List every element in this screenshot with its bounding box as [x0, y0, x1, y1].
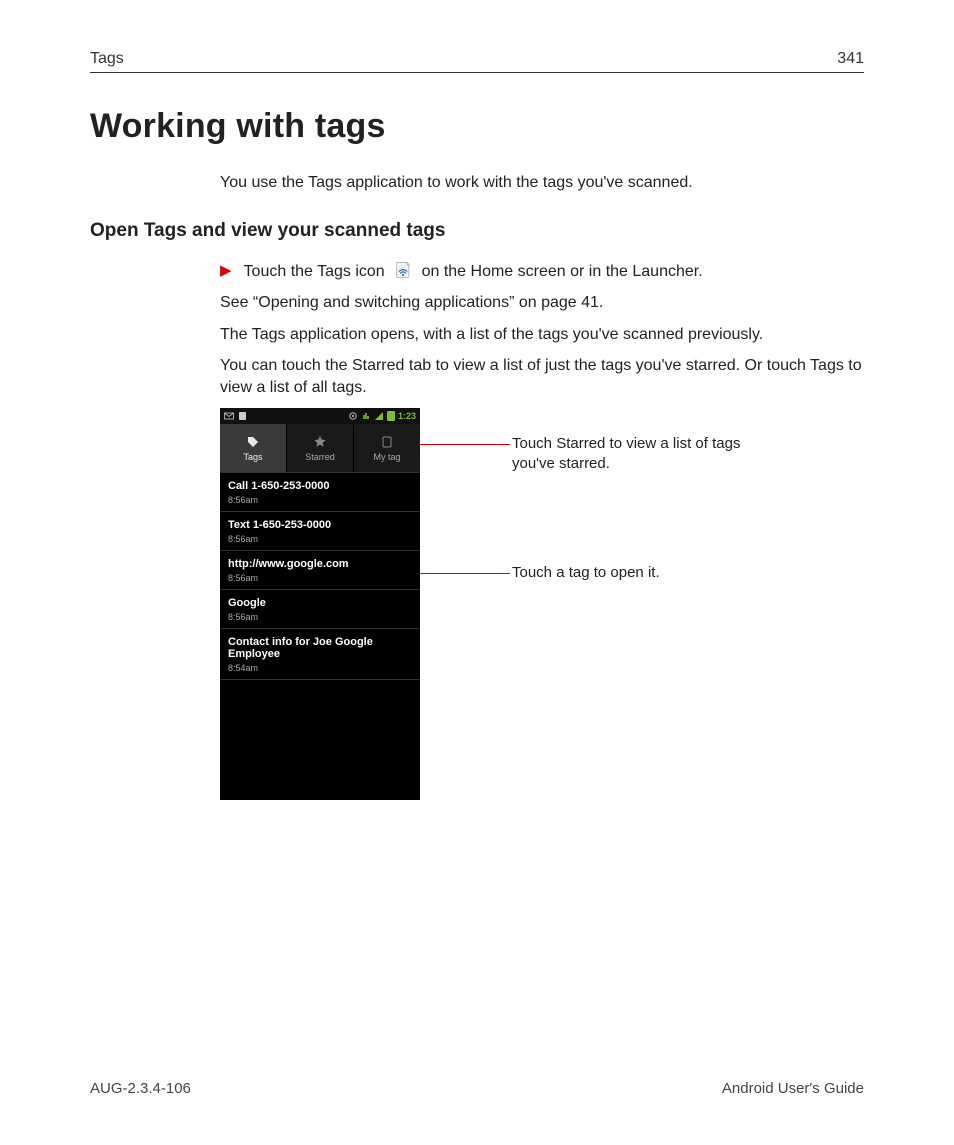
paragraph-app-opens: The Tags application opens, with a list …: [220, 324, 864, 346]
step-1-text: Touch the Tags icon on the Home screen o…: [244, 260, 703, 281]
callout-open-tag-text: Touch a tag to open it.: [512, 563, 660, 583]
list-item[interactable]: Call 1-650-253-0000 8:56am: [220, 472, 420, 511]
list-item-title: Contact info for Joe Google Employee: [228, 636, 412, 660]
list-item-title: Text 1-650-253-0000: [228, 519, 412, 531]
tab-mytag[interactable]: My tag: [353, 424, 420, 472]
tags-app-icon: [393, 260, 413, 280]
list-item-time: 8:56am: [228, 612, 412, 622]
tab-tags-label: Tags: [243, 452, 262, 462]
star-icon: [313, 435, 327, 449]
running-header: Tags 341: [90, 50, 864, 73]
list-item[interactable]: http://www.google.com 8:56am: [220, 550, 420, 589]
header-page-number: 341: [837, 50, 864, 68]
paragraph-starred-tab: You can touch the Starred tab to view a …: [220, 355, 864, 398]
list-item[interactable]: Contact info for Joe Google Employee 8:5…: [220, 628, 420, 679]
step-1: ▶ Touch the Tags icon on the Home scree: [220, 260, 864, 282]
signal-icon: [374, 411, 384, 421]
list-item-time: 8:54am: [228, 663, 412, 673]
section-heading: Open Tags and view your scanned tags: [90, 220, 864, 242]
gps-icon: [348, 411, 358, 421]
step-bullet-icon: ▶: [220, 260, 232, 282]
footer-left: AUG-2.3.4-106: [90, 1080, 191, 1097]
phone-screenshot: 1:23 Tags Starred: [220, 408, 420, 800]
list-item-title: Call 1-650-253-0000: [228, 480, 412, 492]
callout-open-tag: Touch a tag to open it.: [420, 563, 742, 583]
callout-starred: Touch Starred to view a list of tags you…: [420, 434, 742, 473]
mytag-icon: [380, 435, 394, 449]
status-time: 1:23: [398, 411, 416, 421]
footer-right: Android User's Guide: [722, 1080, 864, 1097]
list-item-title: Google: [228, 597, 412, 609]
status-bar: 1:23: [220, 408, 420, 424]
phone-empty-area: [220, 679, 420, 800]
tab-starred[interactable]: Starred: [286, 424, 353, 472]
list-item-title: http://www.google.com: [228, 558, 412, 570]
battery-icon: [387, 411, 395, 421]
sd-icon: [238, 411, 248, 421]
tab-bar: Tags Starred My tag: [220, 424, 420, 472]
page-title: Working with tags: [90, 107, 864, 146]
data-icon: [361, 411, 371, 421]
mail-icon: [224, 411, 234, 421]
list-item[interactable]: Google 8:56am: [220, 589, 420, 628]
header-section: Tags: [90, 50, 124, 68]
paragraph-see-ref: See “Opening and switching applications”…: [220, 292, 864, 314]
callout-starred-text: Touch Starred to view a list of tags you…: [512, 434, 742, 473]
tab-mytag-label: My tag: [373, 452, 400, 462]
tag-list: Call 1-650-253-0000 8:56am Text 1-650-25…: [220, 472, 420, 679]
step-1-post: on the Home screen or in the Launcher.: [422, 263, 703, 280]
list-item[interactable]: Text 1-650-253-0000 8:56am: [220, 511, 420, 550]
list-item-time: 8:56am: [228, 573, 412, 583]
running-footer: AUG-2.3.4-106 Android User's Guide: [90, 1080, 864, 1097]
step-1-pre: Touch the Tags icon: [244, 263, 385, 280]
tag-icon: [246, 435, 260, 449]
list-item-time: 8:56am: [228, 495, 412, 505]
intro-paragraph: You use the Tags application to work wit…: [220, 174, 864, 192]
list-item-time: 8:56am: [228, 534, 412, 544]
tab-starred-label: Starred: [305, 452, 335, 462]
tab-tags[interactable]: Tags: [220, 424, 286, 472]
callouts: Touch Starred to view a list of tags you…: [420, 434, 742, 583]
